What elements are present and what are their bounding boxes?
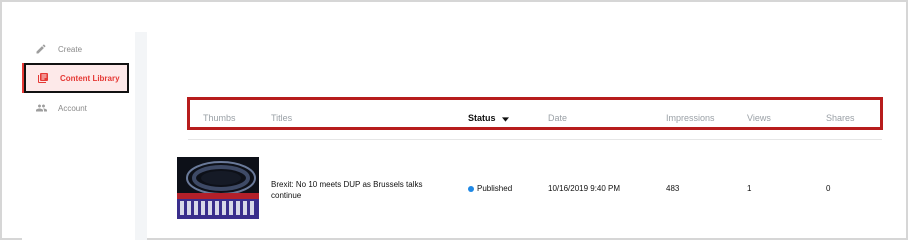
views-cell: 1	[747, 184, 752, 193]
impressions-cell: 483	[666, 184, 680, 193]
sidebar-item-label: Account	[58, 103, 87, 113]
status-dot-icon	[468, 185, 474, 192]
header-divider	[188, 139, 882, 140]
sidebar: Create Content Library Account	[22, 32, 135, 240]
sidebar-item-label: Create	[58, 44, 83, 54]
column-header-titles[interactable]: Titles	[271, 113, 292, 123]
column-header-shares[interactable]: Shares	[826, 113, 855, 123]
column-header-views[interactable]: Views	[747, 113, 771, 123]
column-header-impressions[interactable]: Impressions	[666, 113, 715, 123]
status-cell: Published	[468, 184, 512, 193]
sidebar-divider	[135, 32, 147, 240]
sidebar-item-account[interactable]: Account	[22, 93, 132, 123]
sidebar-item-create[interactable]: Create	[22, 34, 132, 64]
sort-down-icon	[502, 114, 510, 124]
app-frame: Create Content Library Account Thumbs Ti…	[0, 0, 908, 240]
people-icon	[34, 101, 48, 115]
column-header-status[interactable]: Status	[468, 113, 510, 124]
sidebar-item-content-library[interactable]: Content Library	[22, 63, 129, 93]
pencil-icon	[34, 42, 48, 56]
article-thumbnail[interactable]	[177, 157, 259, 219]
sidebar-item-label: Content Library	[60, 73, 120, 83]
column-header-date[interactable]: Date	[548, 113, 567, 123]
column-header-status-label: Status	[468, 113, 496, 123]
shares-cell: 0	[826, 184, 831, 193]
column-header-thumbs[interactable]: Thumbs	[203, 113, 236, 123]
library-icon	[36, 71, 50, 85]
article-title[interactable]: Brexit: No 10 meets DUP as Brussels talk…	[271, 179, 441, 201]
date-cell: 10/16/2019 9:40 PM	[548, 184, 621, 193]
status-badge: Published	[477, 184, 513, 193]
